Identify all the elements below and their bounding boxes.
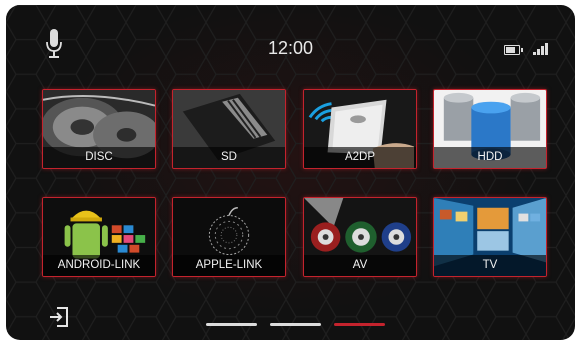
tile-disc[interactable]: DISC [42,89,156,169]
page-indicator[interactable] [206,323,386,326]
tile-tv[interactable]: TV [433,197,547,277]
tile-label: APPLE-LINK [173,255,285,276]
status-bar: 12:00 [6,5,575,65]
page-dot-2[interactable] [270,323,321,326]
tile-a2dp[interactable]: A2DP [303,89,417,169]
page-dot-1[interactable] [206,323,257,326]
home-screen: 12:00 DISC SD A2DP HDD ANDROID-LINK APPL… [6,5,575,340]
tile-label: SD [173,147,285,168]
tile-label: HDD [434,147,546,168]
tile-apple-link[interactable]: APPLE-LINK [172,197,286,277]
tile-sd[interactable]: SD [172,89,286,169]
tile-android-link[interactable]: ANDROID-LINK [42,197,156,277]
signal-icon [533,43,549,55]
tile-label: A2DP [304,147,416,168]
tile-label: DISC [43,147,155,168]
tile-label: ANDROID-LINK [43,255,155,276]
tile-label: TV [434,255,546,276]
exit-icon[interactable] [47,305,71,329]
tile-label: AV [304,255,416,276]
clock: 12:00 [267,38,314,58]
tile-av[interactable]: AV [303,197,417,277]
tile-hdd[interactable]: HDD [433,89,547,169]
battery-icon [504,45,523,55]
page-dot-3-active[interactable] [334,323,385,326]
